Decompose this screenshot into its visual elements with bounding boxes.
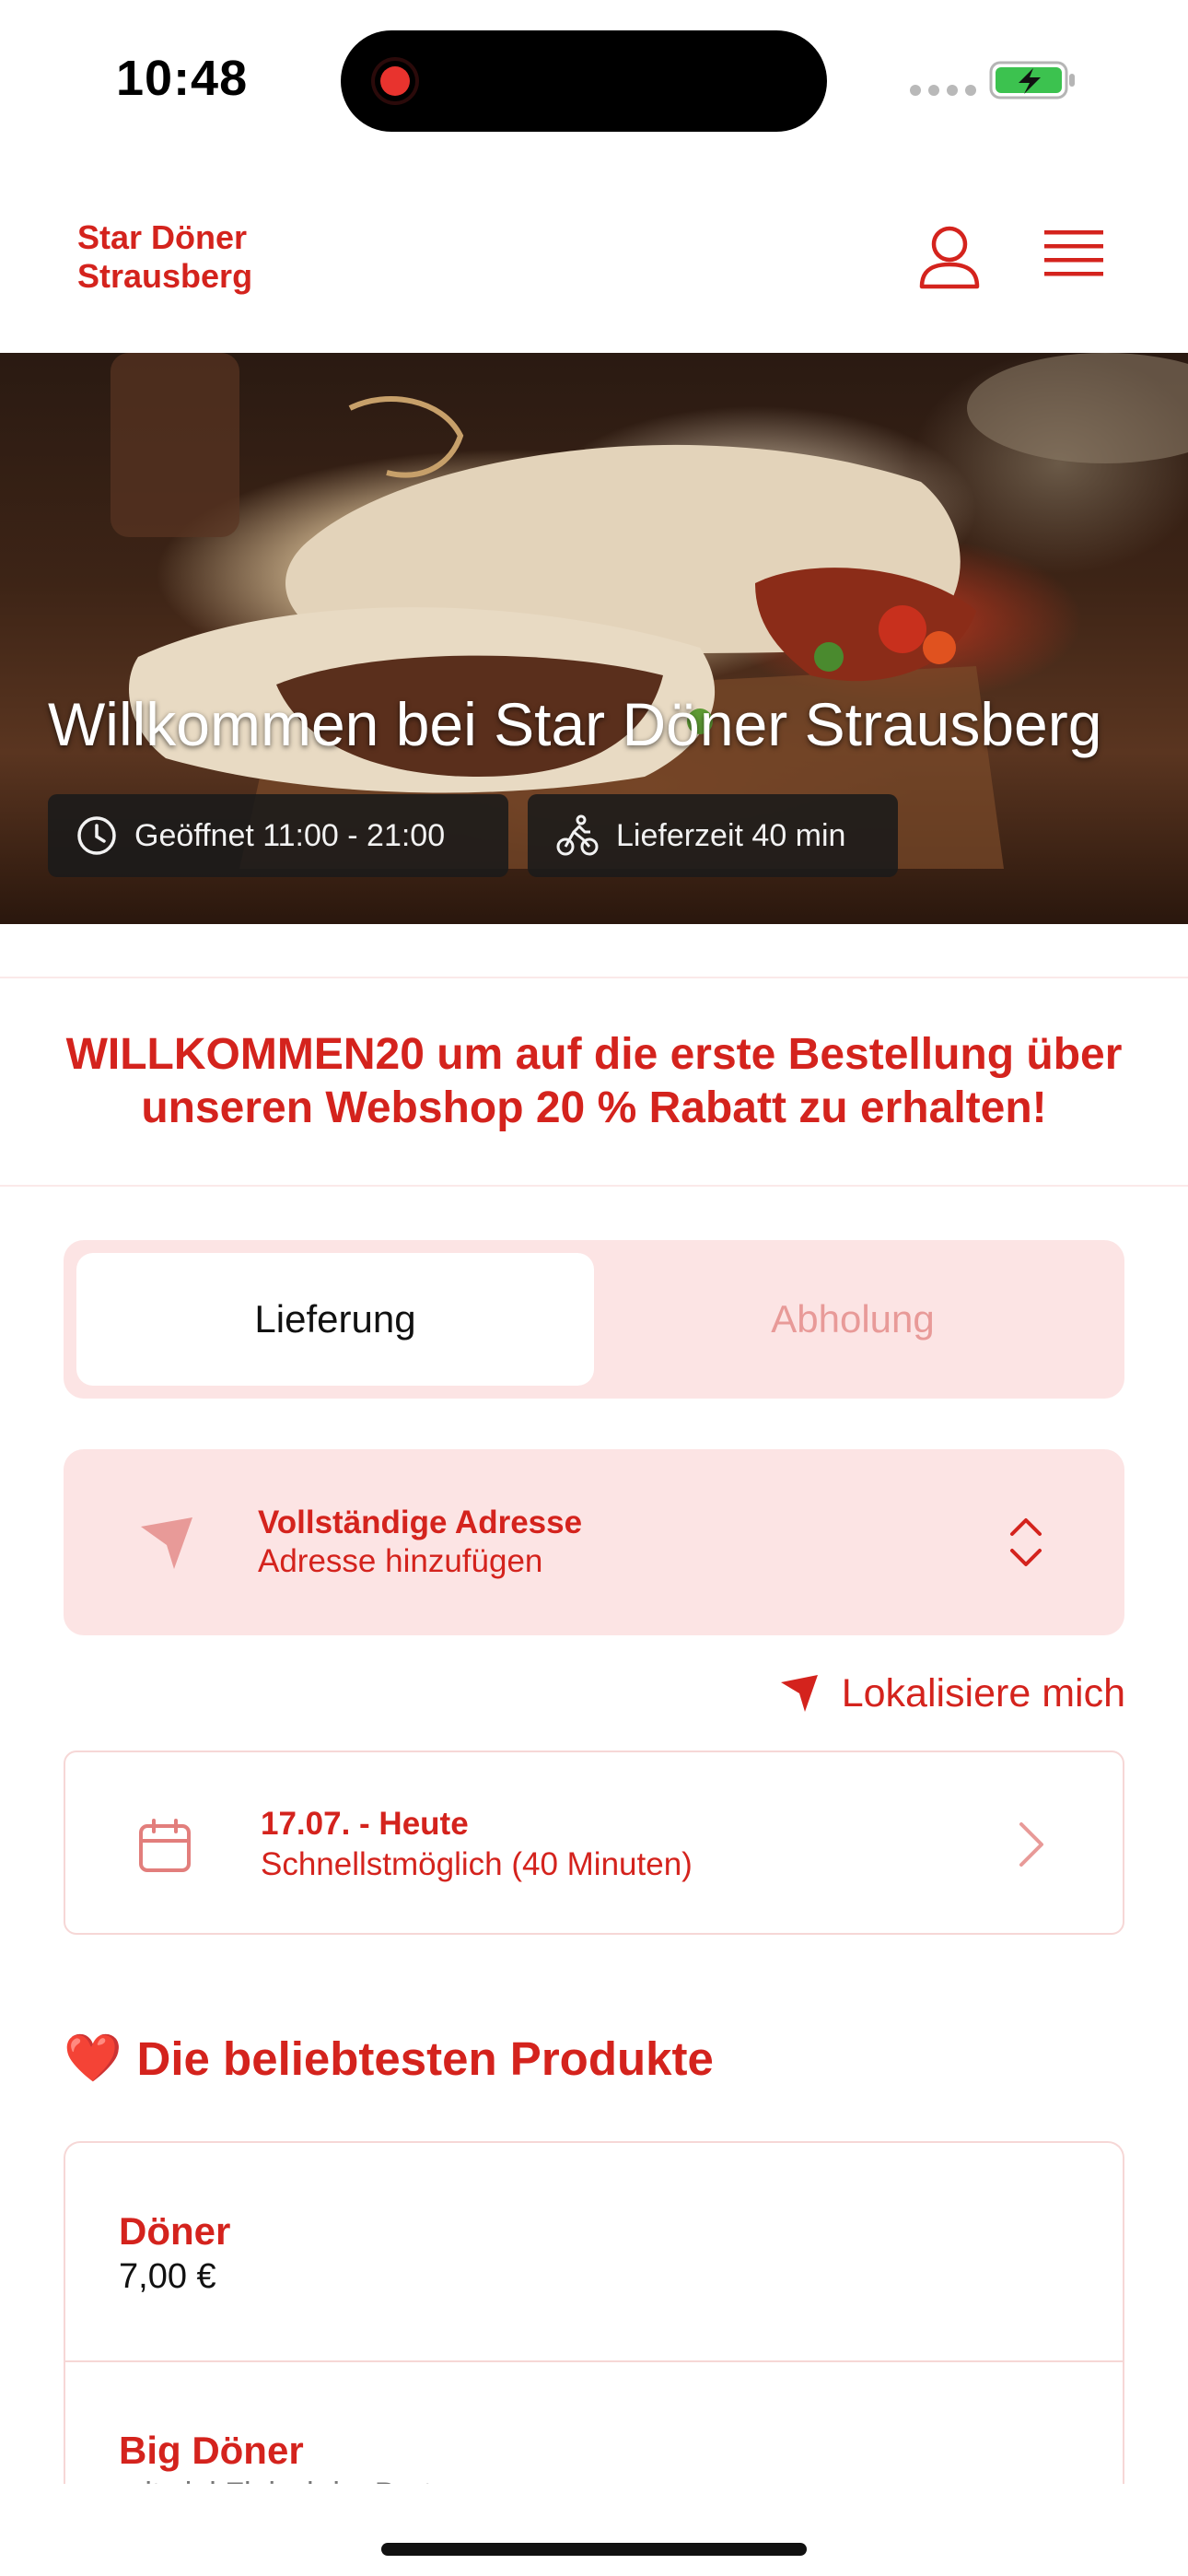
promo-banner: WILLKOMMEN20 um auf die erste Bestellung…: [0, 977, 1188, 1187]
battery-charging-icon: [989, 61, 1075, 100]
navigation-arrow-icon: [141, 1517, 192, 1569]
hamburger-menu-icon[interactable]: [1044, 227, 1103, 282]
dynamic-island: [341, 30, 827, 132]
hero-title: Willkommen bei Star Döner Strausberg: [48, 690, 1102, 758]
clock-icon: [77, 816, 116, 855]
product-item[interactable]: Big Döner mit viel Fleisch im Brot: [65, 2362, 1123, 2484]
opening-hours-text: Geöffnet 11:00 - 21:00: [134, 817, 446, 853]
brand-logo[interactable]: Star Döner Strausberg: [77, 218, 354, 296]
product-price: 7,00 €: [119, 2257, 216, 2296]
user-icon[interactable]: [917, 224, 982, 290]
chevron-up-down-icon: [1010, 1518, 1042, 1566]
status-bar: 10:48: [0, 0, 1188, 157]
heart-icon: ❤️: [64, 2032, 122, 2084]
delivery-time-selector[interactable]: 17.07. - Heute Schnellstmöglich (40 Minu…: [64, 1751, 1124, 1935]
brand-name-line1: Star Döner: [77, 218, 248, 256]
promo-line2: unseren Webshop 20 % Rabatt zu erhalten!: [141, 1083, 1047, 1132]
signal-icon: [910, 85, 976, 96]
recording-indicator-icon: [371, 57, 419, 105]
home-indicator[interactable]: [381, 2543, 807, 2556]
delivery-date: 17.07. - Heute: [261, 1806, 469, 1842]
locate-me-button[interactable]: Lokalisiere mich: [748, 1666, 1125, 1721]
product-description: mit viel Fleisch im Brot: [119, 2476, 432, 2484]
brand-name-line2: Strausberg: [77, 257, 253, 295]
section-title-text: Die beliebtesten Produkte: [136, 2032, 714, 2085]
opening-hours-badge: Geöffnet 11:00 - 21:00: [48, 794, 508, 877]
location-arrow-icon: [780, 1675, 818, 1712]
address-subtitle: Adresse hinzufügen: [258, 1543, 543, 1579]
product-list: Döner 7,00 € Big Döner mit viel Fleisch …: [64, 2141, 1124, 2484]
address-title: Vollständige Adresse: [258, 1505, 583, 1540]
tab-lieferung[interactable]: Lieferung: [76, 1253, 594, 1386]
delivery-time-badge: Lieferzeit 40 min: [528, 794, 898, 877]
order-mode-toggle: Lieferung Abholung: [64, 1240, 1124, 1399]
locate-me-label: Lokalisiere mich: [841, 1670, 1125, 1715]
promo-text: WILLKOMMEN20 um auf die erste Bestellung…: [18, 1028, 1170, 1135]
calendar-icon: [139, 1819, 191, 1872]
product-item[interactable]: Döner 7,00 €: [65, 2143, 1123, 2362]
delivery-time-option: Schnellstmöglich (40 Minuten): [261, 1846, 693, 1882]
product-name: Döner: [119, 2209, 231, 2253]
popular-products-heading: ❤️ Die beliebtesten Produkte: [64, 2031, 714, 2086]
tab-abholung[interactable]: Abholung: [594, 1253, 1112, 1386]
product-name: Big Döner: [119, 2429, 304, 2472]
address-selector[interactable]: Vollständige Adresse Adresse hinzufügen: [64, 1449, 1124, 1635]
promo-line1: WILLKOMMEN20 um auf die erste Bestellung…: [65, 1030, 1123, 1079]
hero-banner: Willkommen bei Star Döner Strausberg Geö…: [0, 353, 1188, 924]
clock: 10:48: [116, 51, 249, 106]
app-header: Star Döner Strausberg: [0, 157, 1188, 353]
delivery-time-text: Lieferzeit 40 min: [616, 817, 846, 853]
bicycle-courier-icon: [556, 814, 599, 856]
chevron-right-icon: [1019, 1822, 1043, 1867]
